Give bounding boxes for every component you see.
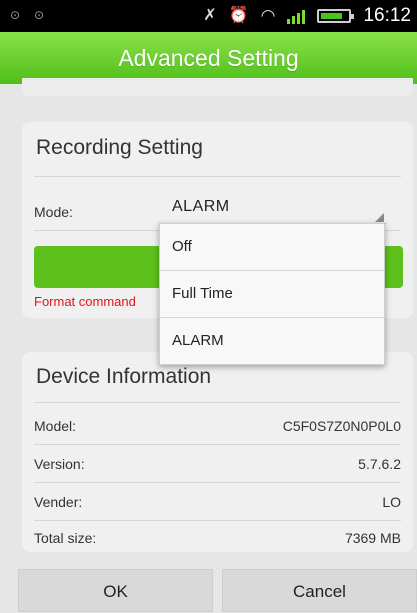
vender-label: Vender: <box>34 494 83 510</box>
model-value: C5F0S7Z0N0P0L0 <box>282 418 401 434</box>
status-time: 16:12 <box>363 5 411 26</box>
status-left-icons: ⊙ ⊙ <box>10 8 48 22</box>
mode-select[interactable]: ALARM <box>160 194 386 224</box>
wifi-icon: ◠ <box>260 6 276 25</box>
recording-setting-title: Recording Setting <box>36 136 203 159</box>
divider <box>34 402 401 403</box>
divider <box>34 176 401 177</box>
status-right-icons: ✗ ⏰ ◠ 16:12 <box>203 4 411 28</box>
total-size-label: Total size: <box>34 530 97 546</box>
status-bar: ⊙ ⊙ ✗ ⏰ ◠ 16:12 <box>0 0 417 32</box>
dropdown-triangle-icon <box>375 213 384 222</box>
mode-dropdown-menu: Off Full Time ALARM <box>159 223 385 365</box>
battery-icon <box>317 9 355 23</box>
ok-button[interactable]: OK <box>18 569 213 612</box>
dropdown-option-full-time[interactable]: Full Time <box>160 271 384 317</box>
vender-value: LO <box>382 494 401 510</box>
vibrate-off-icon: ✗ <box>203 7 217 24</box>
mode-label: Mode: <box>34 204 73 220</box>
divider <box>34 520 401 521</box>
dropdown-option-alarm[interactable]: ALARM <box>160 318 384 364</box>
cancel-button[interactable]: Cancel <box>222 569 417 612</box>
notification-icon: ⊙ <box>34 8 45 22</box>
version-value: 5.7.6.2 <box>358 456 401 472</box>
previous-card-bottom <box>22 78 413 96</box>
device-information-card: Device Information Model: C5F0S7Z0N0P0L0… <box>22 352 413 552</box>
format-command-text: Format command <box>34 294 136 309</box>
total-size-value: 7369 MB <box>344 530 401 546</box>
page-title: Advanced Setting <box>0 32 417 84</box>
divider <box>34 444 401 445</box>
divider <box>34 482 401 483</box>
signal-icon <box>287 8 306 24</box>
alarm-icon: ⏰ <box>228 7 249 24</box>
model-label: Model: <box>34 418 77 434</box>
version-label: Version: <box>34 456 85 472</box>
notification-icon: ⊙ <box>10 8 21 22</box>
device-information-title: Device Information <box>36 365 212 388</box>
mode-selected-value: ALARM <box>172 198 230 215</box>
dropdown-option-off[interactable]: Off <box>160 224 384 270</box>
